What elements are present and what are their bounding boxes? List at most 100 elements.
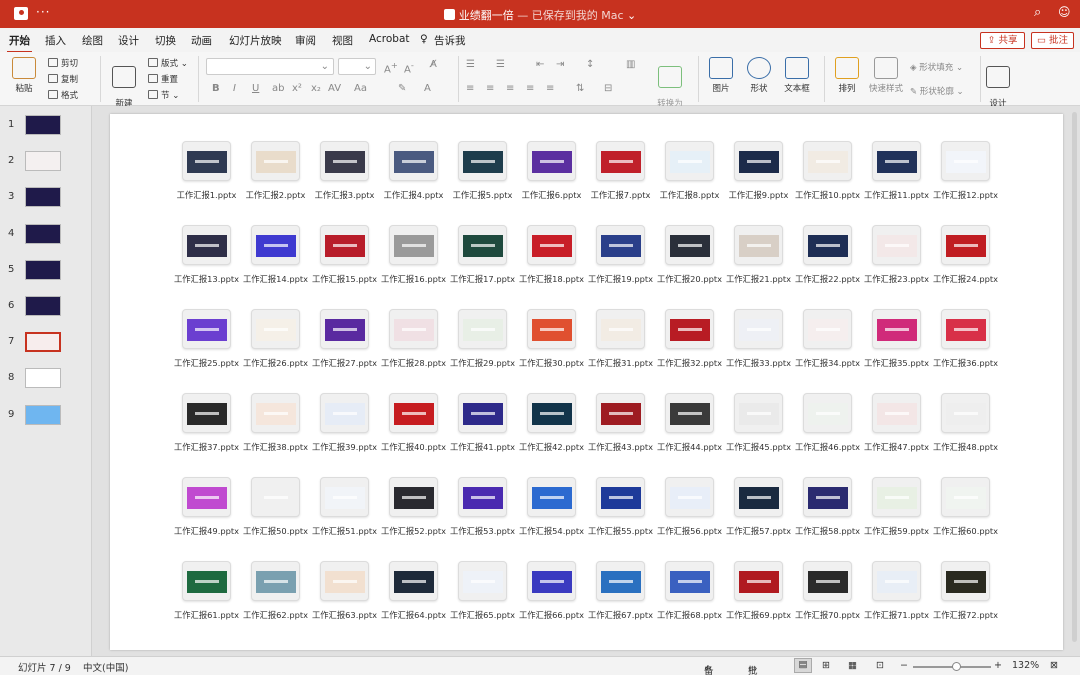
change-case-icon[interactable]: Aa: [354, 83, 367, 94]
arrange-button[interactable]: 排列: [832, 57, 862, 94]
pptx-file-item[interactable]: 工作汇报33.pptx: [724, 309, 793, 379]
pptx-file-item[interactable]: 工作汇报5.pptx: [448, 141, 517, 211]
slide-thumbnail-row[interactable]: 3: [0, 187, 92, 211]
bullets-icon[interactable]: ☰: [466, 59, 475, 70]
slide-thumbnail-row[interactable]: 6: [0, 296, 92, 320]
picture-button[interactable]: 图片: [704, 57, 738, 94]
tab-acrobat[interactable]: Acrobat: [369, 33, 410, 45]
align-text-icon[interactable]: ⊟: [604, 83, 612, 94]
pptx-file-item[interactable]: 工作汇报42.pptx: [517, 393, 586, 463]
slide-thumbnail-row[interactable]: 7: [0, 332, 92, 356]
pptx-file-item[interactable]: 工作汇报35.pptx: [862, 309, 931, 379]
pptx-file-item[interactable]: 工作汇报51.pptx: [310, 477, 379, 547]
tab-slideshow[interactable]: 幻灯片放映: [229, 33, 282, 48]
pptx-file-item[interactable]: 工作汇报49.pptx: [172, 477, 241, 547]
decrease-font-icon[interactable]: A-: [404, 60, 414, 75]
pptx-file-item[interactable]: 工作汇报24.pptx: [931, 225, 1000, 295]
pptx-file-item[interactable]: 工作汇报6.pptx: [517, 141, 586, 211]
slide-thumbnail[interactable]: [25, 151, 61, 172]
document-title[interactable]: 业绩翻一倍 — 已保存到我的 Mac ⌄: [0, 7, 1080, 23]
pptx-file-item[interactable]: 工作汇报64.pptx: [379, 561, 448, 631]
subscript-icon[interactable]: x₂: [311, 83, 321, 94]
pptx-file-item[interactable]: 工作汇报53.pptx: [448, 477, 517, 547]
textbox-button[interactable]: 文本框: [780, 57, 814, 94]
slide-thumbnail[interactable]: [25, 332, 61, 353]
pptx-file-item[interactable]: 工作汇报15.pptx: [310, 225, 379, 295]
pptx-file-item[interactable]: 工作汇报59.pptx: [862, 477, 931, 547]
slide-thumbnail[interactable]: [25, 223, 61, 244]
numbering-icon[interactable]: ☰: [496, 59, 505, 70]
slide-thumbnail-row[interactable]: 8: [0, 368, 92, 392]
tab-review[interactable]: 审阅: [295, 33, 316, 48]
pptx-file-item[interactable]: 工作汇报46.pptx: [793, 393, 862, 463]
pptx-file-item[interactable]: 工作汇报23.pptx: [862, 225, 931, 295]
pptx-file-item[interactable]: 工作汇报61.pptx: [172, 561, 241, 631]
zoom-slider-handle[interactable]: [952, 662, 961, 671]
pptx-file-item[interactable]: 工作汇报30.pptx: [517, 309, 586, 379]
align-left-icon[interactable]: ≡: [466, 83, 474, 94]
pptx-file-item[interactable]: 工作汇报34.pptx: [793, 309, 862, 379]
text-direction-icon[interactable]: ⇅: [576, 83, 584, 94]
format-painter-button[interactable]: 格式: [48, 89, 78, 101]
pptx-file-item[interactable]: 工作汇报39.pptx: [310, 393, 379, 463]
pptx-file-item[interactable]: 工作汇报62.pptx: [241, 561, 310, 631]
slide-sorter-icon[interactable]: ⊞: [822, 660, 830, 671]
zoom-level[interactable]: 132%: [1012, 660, 1039, 671]
reading-view-icon[interactable]: ▦: [848, 660, 857, 671]
pptx-file-item[interactable]: 工作汇报31.pptx: [586, 309, 655, 379]
pptx-file-item[interactable]: 工作汇报40.pptx: [379, 393, 448, 463]
pptx-file-item[interactable]: 工作汇报13.pptx: [172, 225, 241, 295]
share-button[interactable]: ⇪ 共享: [980, 32, 1025, 49]
pptx-file-item[interactable]: 工作汇报16.pptx: [379, 225, 448, 295]
slide-thumbnail-row[interactable]: 4: [0, 223, 92, 248]
pptx-file-item[interactable]: 工作汇报60.pptx: [931, 477, 1000, 547]
pptx-file-item[interactable]: 工作汇报58.pptx: [793, 477, 862, 547]
pptx-file-item[interactable]: 工作汇报25.pptx: [172, 309, 241, 379]
pptx-file-item[interactable]: 工作汇报10.pptx: [793, 141, 862, 211]
pptx-file-item[interactable]: 工作汇报66.pptx: [517, 561, 586, 631]
tab-animations[interactable]: 动画: [191, 33, 212, 48]
char-spacing-icon[interactable]: AV: [328, 83, 341, 94]
distributed-icon[interactable]: ≡: [546, 83, 554, 94]
pptx-file-item[interactable]: 工作汇报18.pptx: [517, 225, 586, 295]
cut-button[interactable]: 剪切: [48, 57, 78, 69]
pptx-file-item[interactable]: 工作汇报38.pptx: [241, 393, 310, 463]
shape-fill-button[interactable]: ◈ 形状填充 ⌄: [910, 61, 963, 73]
pptx-file-item[interactable]: 工作汇报4.pptx: [379, 141, 448, 211]
pptx-file-item[interactable]: 工作汇报45.pptx: [724, 393, 793, 463]
vertical-scrollbar[interactable]: [1072, 112, 1077, 642]
increase-font-icon[interactable]: A+: [384, 60, 398, 75]
pptx-file-item[interactable]: 工作汇报12.pptx: [931, 141, 1000, 211]
pptx-file-item[interactable]: 工作汇报68.pptx: [655, 561, 724, 631]
quick-styles-button[interactable]: 快速样式: [866, 57, 906, 94]
pptx-file-item[interactable]: 工作汇报47.pptx: [862, 393, 931, 463]
copy-button[interactable]: 复制: [48, 73, 78, 85]
pptx-file-item[interactable]: 工作汇报29.pptx: [448, 309, 517, 379]
pptx-file-item[interactable]: 工作汇报20.pptx: [655, 225, 724, 295]
pptx-file-item[interactable]: 工作汇报21.pptx: [724, 225, 793, 295]
pptx-file-item[interactable]: 工作汇报28.pptx: [379, 309, 448, 379]
shape-button[interactable]: 形状: [742, 57, 776, 94]
pptx-file-item[interactable]: 工作汇报27.pptx: [310, 309, 379, 379]
tab-draw[interactable]: 绘图: [82, 33, 103, 48]
pptx-file-item[interactable]: 工作汇报69.pptx: [724, 561, 793, 631]
comments-button[interactable]: ▭ 批注: [1031, 32, 1074, 49]
tab-home[interactable]: 开始: [7, 33, 32, 53]
superscript-icon[interactable]: x²: [292, 83, 302, 94]
pptx-file-item[interactable]: 工作汇报7.pptx: [586, 141, 655, 211]
pptx-file-item[interactable]: 工作汇报72.pptx: [931, 561, 1000, 631]
font-family-select[interactable]: ⌄: [206, 58, 334, 75]
clear-format-icon[interactable]: A̸: [430, 59, 437, 70]
pptx-file-item[interactable]: 工作汇报67.pptx: [586, 561, 655, 631]
pptx-file-item[interactable]: 工作汇报65.pptx: [448, 561, 517, 631]
slideshow-icon[interactable]: ⊡: [876, 660, 884, 671]
pptx-file-item[interactable]: 工作汇报57.pptx: [724, 477, 793, 547]
increase-indent-icon[interactable]: ⇥: [556, 59, 564, 70]
pptx-file-item[interactable]: 工作汇报52.pptx: [379, 477, 448, 547]
paste-button[interactable]: 粘贴: [8, 57, 40, 94]
highlight-icon[interactable]: ✎: [398, 83, 406, 94]
slide-thumbnail-row[interactable]: 2: [0, 151, 92, 175]
slide-thumbnail[interactable]: [25, 296, 61, 316]
justify-icon[interactable]: ≡: [526, 83, 534, 94]
tab-tell-me[interactable]: 告诉我: [434, 33, 466, 48]
